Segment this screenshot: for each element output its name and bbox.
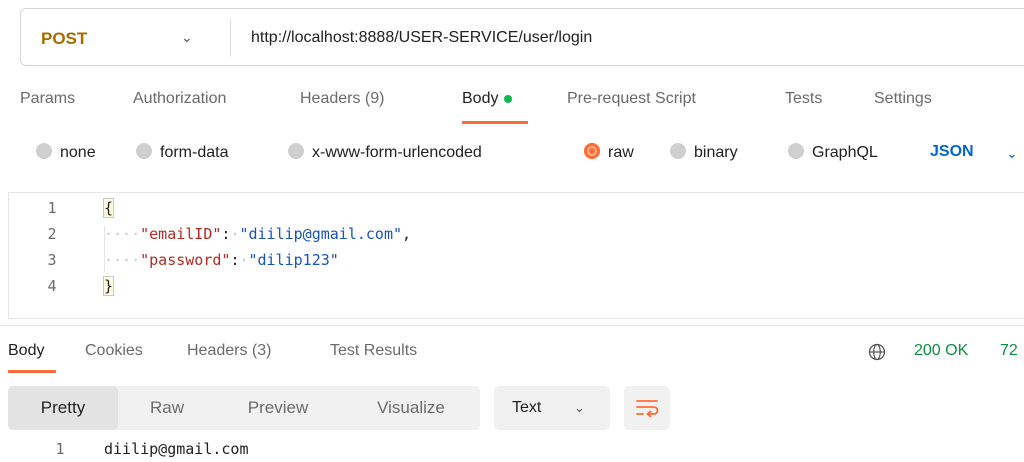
- url-input[interactable]: http://localhost:8888/USER-SERVICE/user/…: [251, 29, 592, 47]
- response-text: diilip@gmail.com: [104, 440, 249, 458]
- radio-binary[interactable]: binary: [670, 143, 738, 162]
- radio-raw[interactable]: raw: [584, 143, 634, 162]
- response-tab-cookies[interactable]: Cookies: [85, 342, 143, 360]
- radio-circle: [36, 143, 52, 159]
- response-tab-headers[interactable]: Headers (3): [187, 342, 271, 360]
- response-format-select[interactable]: Text ⌄: [494, 386, 610, 430]
- tab-params[interactable]: Params: [20, 90, 75, 108]
- view-pretty-button[interactable]: Pretty: [8, 386, 118, 430]
- line-number: 2: [47, 225, 57, 243]
- radio-circle: [288, 143, 304, 159]
- radio-circle: [788, 143, 804, 159]
- radio-label: GraphQL: [812, 144, 878, 161]
- radio-label: form-data: [160, 144, 229, 161]
- line-number: 3: [47, 251, 57, 269]
- tab-settings[interactable]: Settings: [874, 90, 932, 108]
- json-value: "diilip@gmail.com": [239, 225, 403, 243]
- view-visualize-button[interactable]: Visualize: [348, 386, 474, 430]
- close-brace: }: [102, 276, 115, 296]
- json-value: "dilip123": [248, 251, 339, 269]
- view-preview-button[interactable]: Preview: [218, 386, 338, 430]
- radio-label: binary: [694, 144, 738, 161]
- active-response-tab-underline: [8, 370, 56, 373]
- chevron-down-icon: ⌄: [574, 400, 585, 415]
- radio-label: x-www-form-urlencoded: [312, 144, 482, 161]
- active-tab-underline: [462, 121, 528, 124]
- line-number: 4: [47, 277, 57, 295]
- radio-graphql[interactable]: GraphQL: [788, 143, 878, 162]
- view-raw-button[interactable]: Raw: [126, 386, 208, 430]
- line-number: 1: [55, 440, 65, 458]
- radio-circle: [136, 143, 152, 159]
- radio-form-data[interactable]: form-data: [136, 143, 228, 162]
- status-time[interactable]: 72: [1000, 342, 1018, 360]
- chevron-down-icon[interactable]: ⌄: [1006, 145, 1018, 162]
- tab-authorization[interactable]: Authorization: [133, 90, 226, 108]
- status-code[interactable]: 200 OK: [914, 342, 968, 360]
- tab-pre-request-script[interactable]: Pre-request Script: [567, 90, 696, 108]
- radio-label: raw: [608, 144, 634, 161]
- response-format-label: Text: [512, 399, 542, 416]
- line-number: 1: [47, 199, 57, 217]
- radio-circle-selected: [584, 143, 600, 159]
- chevron-down-icon[interactable]: ⌄: [181, 29, 193, 46]
- url-divider: [230, 19, 231, 57]
- wrap-lines-icon: [636, 400, 659, 418]
- radio-label: none: [60, 144, 96, 161]
- radio-circle: [670, 143, 686, 159]
- body-indicator-dot: [504, 94, 513, 103]
- panel-divider[interactable]: [0, 325, 1024, 326]
- method-select[interactable]: POST: [41, 29, 87, 49]
- request-url-bar: POST ⌄ http://localhost:8888/USER-SERVIC…: [20, 8, 1024, 66]
- radio-x-www-form-urlencoded[interactable]: x-www-form-urlencoded: [288, 143, 482, 162]
- json-comma: ,: [402, 225, 412, 243]
- tab-tests[interactable]: Tests: [785, 90, 822, 108]
- json-key: "password": [140, 251, 231, 269]
- body-type-options: none form-data x-www-form-urlencoded raw…: [0, 143, 1024, 167]
- tab-headers[interactable]: Headers (9): [300, 90, 384, 108]
- raw-format-select[interactable]: JSON: [930, 143, 974, 161]
- tab-body[interactable]: Body: [462, 90, 513, 108]
- response-tab-test-results[interactable]: Test Results: [330, 342, 417, 360]
- view-mode-selector: Pretty Raw Preview Visualize: [8, 386, 480, 430]
- wrap-lines-button[interactable]: [624, 386, 670, 430]
- tab-body-label: Body: [462, 90, 499, 107]
- radio-none[interactable]: none: [36, 143, 96, 162]
- globe-icon[interactable]: [868, 343, 886, 361]
- response-tab-body[interactable]: Body: [8, 342, 44, 360]
- json-key: "emailID": [140, 225, 222, 243]
- open-brace: {: [102, 198, 115, 218]
